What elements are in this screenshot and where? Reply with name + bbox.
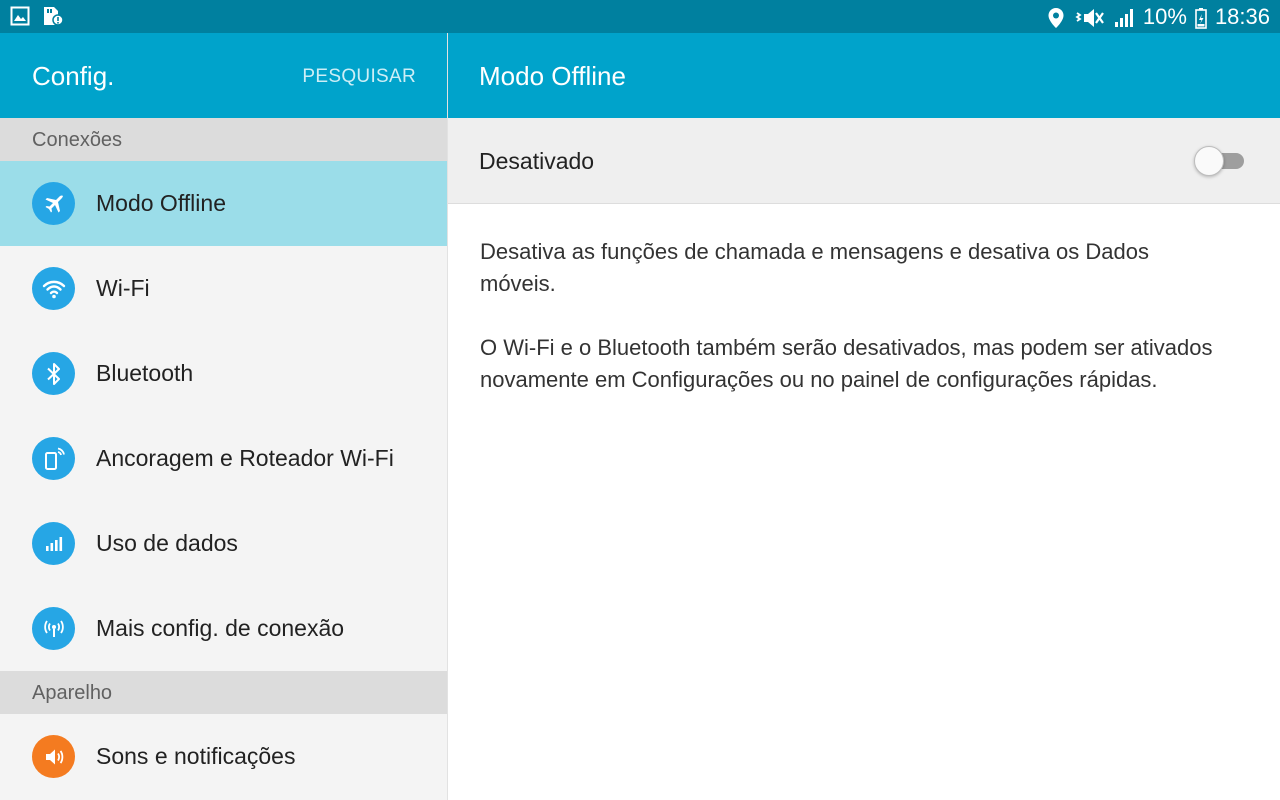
sidebar-item-bluetooth[interactable]: Bluetooth <box>0 331 447 416</box>
sidebar-item-label: Sons e notificações <box>96 743 296 769</box>
sidebar-item-label: Modo Offline <box>96 190 226 216</box>
detail-pane: Modo Offline Desativado Desativa as funç… <box>448 33 1280 800</box>
detail-header: Modo Offline <box>448 33 1280 118</box>
vibrate-icon <box>1075 7 1105 27</box>
bluetooth-icon <box>32 352 75 395</box>
toggle-thumb <box>1194 146 1224 176</box>
signal-icon <box>1113 7 1135 27</box>
page-title: Modo Offline <box>479 61 626 91</box>
sidebar-item-label: Uso de dados <box>96 530 238 556</box>
sidebar-item-tethering[interactable]: Ancoragem e Roteador Wi-Fi <box>0 416 447 501</box>
tethering-icon <box>32 437 75 480</box>
status-bar: 10% 18:36 <box>0 0 1280 33</box>
wifi-icon <box>32 267 75 310</box>
sd-card-icon <box>42 6 64 26</box>
sidebar-item-label: Ancoragem e Roteador Wi-Fi <box>96 445 394 471</box>
sound-icon <box>32 735 75 778</box>
app-title: Config. <box>32 61 115 91</box>
sidebar-header: Config. PESQUISAR <box>0 33 447 118</box>
description-paragraph: Desativa as funções de chamada e mensage… <box>480 239 1149 296</box>
sidebar-item-data-usage[interactable]: Uso de dados <box>0 501 447 586</box>
airplane-icon <box>32 182 75 225</box>
clock: 18:36 <box>1214 4 1270 29</box>
sidebar-item-wifi[interactable]: Wi-Fi <box>0 246 447 331</box>
switch-state-label: Desativado <box>479 148 595 174</box>
battery-icon <box>1195 7 1207 29</box>
battery-percent: 10% <box>1142 4 1187 29</box>
search-button[interactable]: PESQUISAR <box>302 66 416 88</box>
data-usage-icon <box>32 522 75 565</box>
sidebar-item-label: Wi-Fi <box>96 275 150 301</box>
section-header-device: Aparelho <box>0 671 447 714</box>
master-switch-row[interactable]: Desativado <box>448 118 1280 204</box>
description-paragraph: O Wi-Fi e o Bluetooth também serão desat… <box>480 335 1213 392</box>
more-connection-icon <box>32 607 75 650</box>
offline-mode-toggle[interactable] <box>1194 146 1246 176</box>
section-header-connections: Conexões <box>0 118 447 161</box>
settings-sidebar: Config. PESQUISAR Conexões Modo Offline … <box>0 33 447 800</box>
image-icon <box>10 6 30 26</box>
location-icon <box>1047 7 1067 28</box>
sidebar-item-label: Bluetooth <box>96 360 194 386</box>
sidebar-item-label: Mais config. de conexão <box>96 615 345 641</box>
sidebar-item-sounds[interactable]: Sons e notificações <box>0 714 447 799</box>
sidebar-item-more-connection[interactable]: Mais config. de conexão <box>0 586 447 671</box>
sidebar-item-offline-mode[interactable]: Modo Offline <box>0 161 447 246</box>
